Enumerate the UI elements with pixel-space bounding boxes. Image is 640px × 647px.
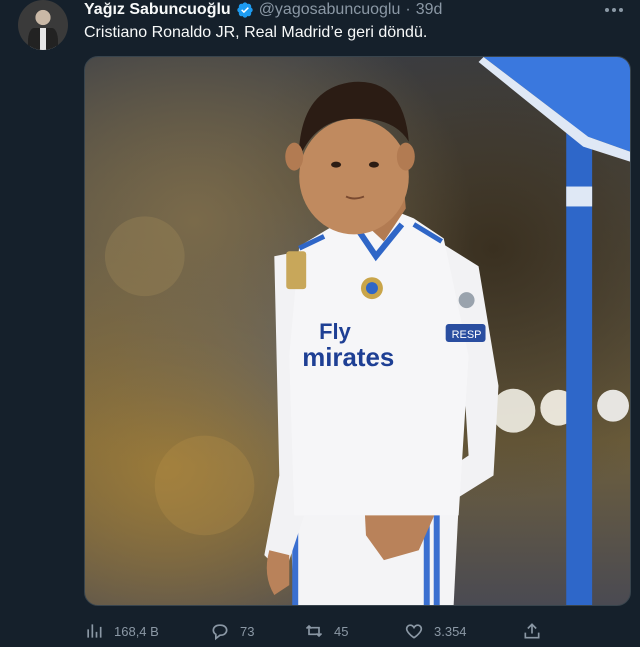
author-name[interactable]: Yağız Sabuncuoğlu [84, 1, 231, 19]
sponsor-text-line2: mirates [302, 344, 394, 372]
retweet-action[interactable]: 45 [304, 620, 348, 642]
boy-in-real-madrid-kit-illustration: RESP Fly mirates [104, 57, 630, 605]
analytics-icon [87, 624, 102, 638]
retweet-icon [305, 624, 323, 638]
separator-dot: · [405, 1, 411, 18]
tweet[interactable]: Yağız Sabuncuoğlu @yagosabuncuoglu · 39d… [0, 0, 640, 647]
share-action[interactable] [522, 620, 542, 642]
reply-count: 73 [240, 623, 255, 639]
tweet-photo[interactable]: RESP Fly mirates [84, 56, 631, 606]
share-icon [524, 623, 540, 639]
tweet-header: Yağız Sabuncuoğlu @yagosabuncuoglu · 39d [84, 0, 442, 20]
retweet-count: 45 [334, 623, 349, 639]
reply-icon [212, 624, 228, 641]
avatar[interactable] [18, 0, 68, 50]
tweet-text: Cristiano Ronaldo JR, Real Madrid’e geri… [84, 24, 428, 41]
reply-action[interactable]: 73 [210, 620, 254, 642]
sponsor-text-line1: Fly [319, 319, 351, 344]
author-handle[interactable]: @yagosabuncuoglu [259, 1, 401, 19]
tweet-actions: 168,4 B 73 45 3.354 [84, 620, 554, 642]
sleeve-patch-text: RESP [452, 329, 482, 341]
heart-icon [405, 624, 423, 639]
tweet-timestamp[interactable]: 39d [416, 1, 443, 19]
views-count: 168,4 B [114, 623, 159, 639]
verified-badge-icon [237, 2, 253, 18]
views-action[interactable]: 168,4 B [84, 620, 159, 642]
like-count: 3.354 [434, 623, 467, 639]
more-options-icon[interactable] [602, 0, 626, 20]
like-action[interactable]: 3.354 [404, 620, 467, 642]
